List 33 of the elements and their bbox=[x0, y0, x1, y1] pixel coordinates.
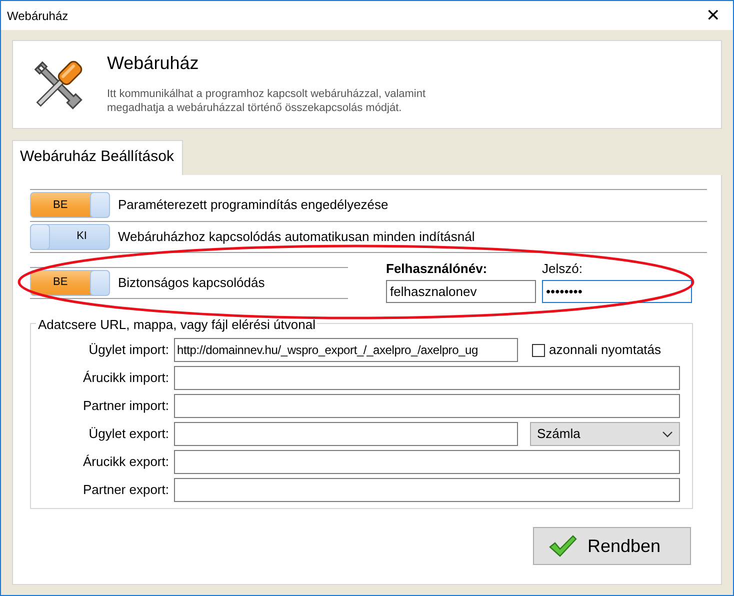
toggle-switch[interactable]: KI bbox=[30, 224, 110, 250]
text-field[interactable] bbox=[174, 450, 680, 474]
text-field[interactable] bbox=[174, 366, 680, 390]
ok-button[interactable]: Rendben bbox=[533, 527, 691, 565]
checkbox-label: azonnali nyomtatás bbox=[549, 341, 662, 360]
field-label: Árucikk import: bbox=[82, 369, 169, 388]
text-field[interactable]: http://domainnev.hu/_wspro_export_/_axelpro_/axelpro_ug bbox=[174, 338, 518, 362]
field-label: Árucikk export: bbox=[82, 453, 169, 472]
tab[interactable]: Webáruház Beállítások bbox=[12, 140, 183, 174]
header-title: Webáruház bbox=[107, 53, 200, 75]
field-label: Partner export: bbox=[82, 481, 169, 500]
field-label: Ügylet export: bbox=[88, 425, 169, 444]
username-field[interactable]: felhasznalonev bbox=[386, 280, 536, 303]
password-field[interactable]: •••••••• bbox=[542, 280, 692, 303]
text-field[interactable] bbox=[174, 478, 680, 502]
text-field[interactable] bbox=[174, 394, 680, 418]
field-label: Felhasználónév: bbox=[386, 260, 488, 278]
toggle-label: Biztonságos kapcsolódás bbox=[118, 274, 265, 292]
chevron-down-icon bbox=[662, 430, 673, 438]
toggle-switch[interactable]: BE bbox=[30, 270, 110, 296]
header-description: Itt kommunikálhat a programhoz kapcsolt webáruházzal, valamint megadhatja a webáruházzal történő összekapcsolás módját. bbox=[107, 87, 427, 116]
window-title: Webáruház bbox=[7, 8, 68, 24]
close-button[interactable]: ✕ bbox=[693, 1, 733, 30]
toggle-label: Paraméterezett programindítás engedélyezése bbox=[118, 196, 388, 214]
field-label: Ügylet import: bbox=[88, 341, 169, 360]
toggle-label: Webáruházhoz kapcsolódás automatikusan minden indításnál bbox=[118, 228, 475, 246]
checkbox[interactable] bbox=[532, 344, 545, 356]
dropdown[interactable]: Számla bbox=[530, 422, 680, 446]
toggle-switch[interactable]: BE bbox=[30, 192, 110, 218]
field-label: Partner import: bbox=[82, 397, 169, 416]
checkmark-icon bbox=[549, 534, 578, 558]
field-label: Jelszó: bbox=[542, 260, 584, 278]
text-field[interactable] bbox=[174, 422, 518, 446]
